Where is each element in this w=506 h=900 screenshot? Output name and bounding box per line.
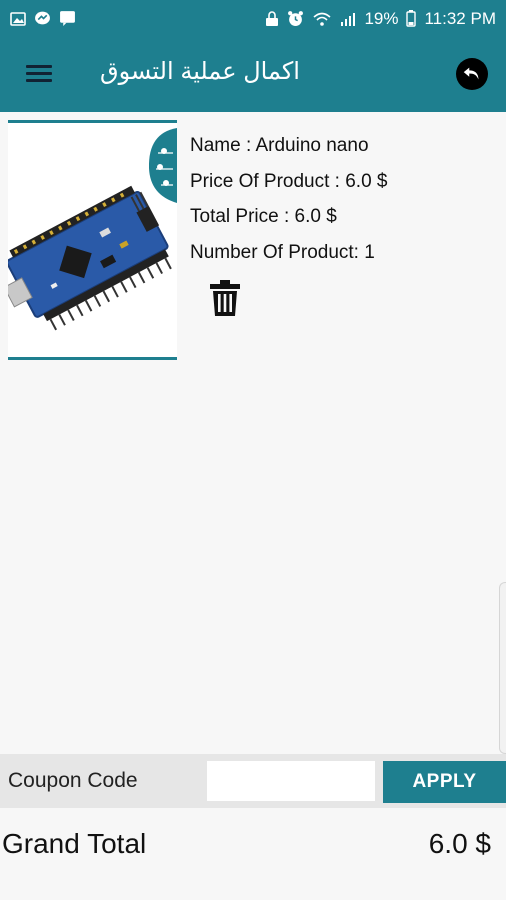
battery-icon <box>406 10 417 27</box>
coupon-label: Coupon Code <box>8 769 138 792</box>
app-bar: اكمال عملية التسوق <box>0 37 506 112</box>
product-image <box>8 120 177 360</box>
status-bar-right: 19% 11:32 PM <box>265 9 496 29</box>
lock-icon <box>265 10 279 27</box>
delete-item-button[interactable] <box>208 279 242 317</box>
coupon-row: Coupon Code APPLY <box>0 754 506 808</box>
hamburger-menu-button[interactable] <box>22 59 58 89</box>
undo-arrow-icon <box>461 63 483 85</box>
trash-icon <box>208 279 242 322</box>
scrollbar[interactable] <box>499 582 506 754</box>
alarm-icon <box>287 10 304 27</box>
messenger-notification-icon <box>34 10 51 27</box>
coupon-input[interactable] <box>207 761 375 801</box>
product-details: Name : Arduino nano Price Of Product : 6… <box>190 128 387 270</box>
status-bar-left <box>10 10 76 27</box>
product-total-price: Total Price : 6.0 $ <box>190 206 337 227</box>
product-quantity: Number Of Product: 1 <box>190 241 375 263</box>
status-time: 11:32 PM <box>424 8 496 28</box>
battery-percent: 19% <box>364 8 399 28</box>
grand-total-label: Grand Total <box>2 828 147 859</box>
product-name: Name : Arduino nano <box>190 135 369 156</box>
grand-total-value: 6.0 $ <box>428 828 491 859</box>
grand-total-section: Grand Total 6.0 $ <box>0 808 506 900</box>
product-price: Price Of Product : 6.0 $ <box>190 170 388 192</box>
message-notification-icon <box>59 10 76 27</box>
page-title: اكمال عملية التسوق <box>100 58 300 85</box>
back-button[interactable] <box>456 58 488 90</box>
signal-icon <box>340 11 356 27</box>
apply-coupon-button[interactable]: APPLY <box>383 761 506 803</box>
gallery-notification-icon <box>10 11 26 27</box>
wifi-icon <box>312 11 332 27</box>
status-bar: 19% 11:32 PM <box>0 0 506 37</box>
